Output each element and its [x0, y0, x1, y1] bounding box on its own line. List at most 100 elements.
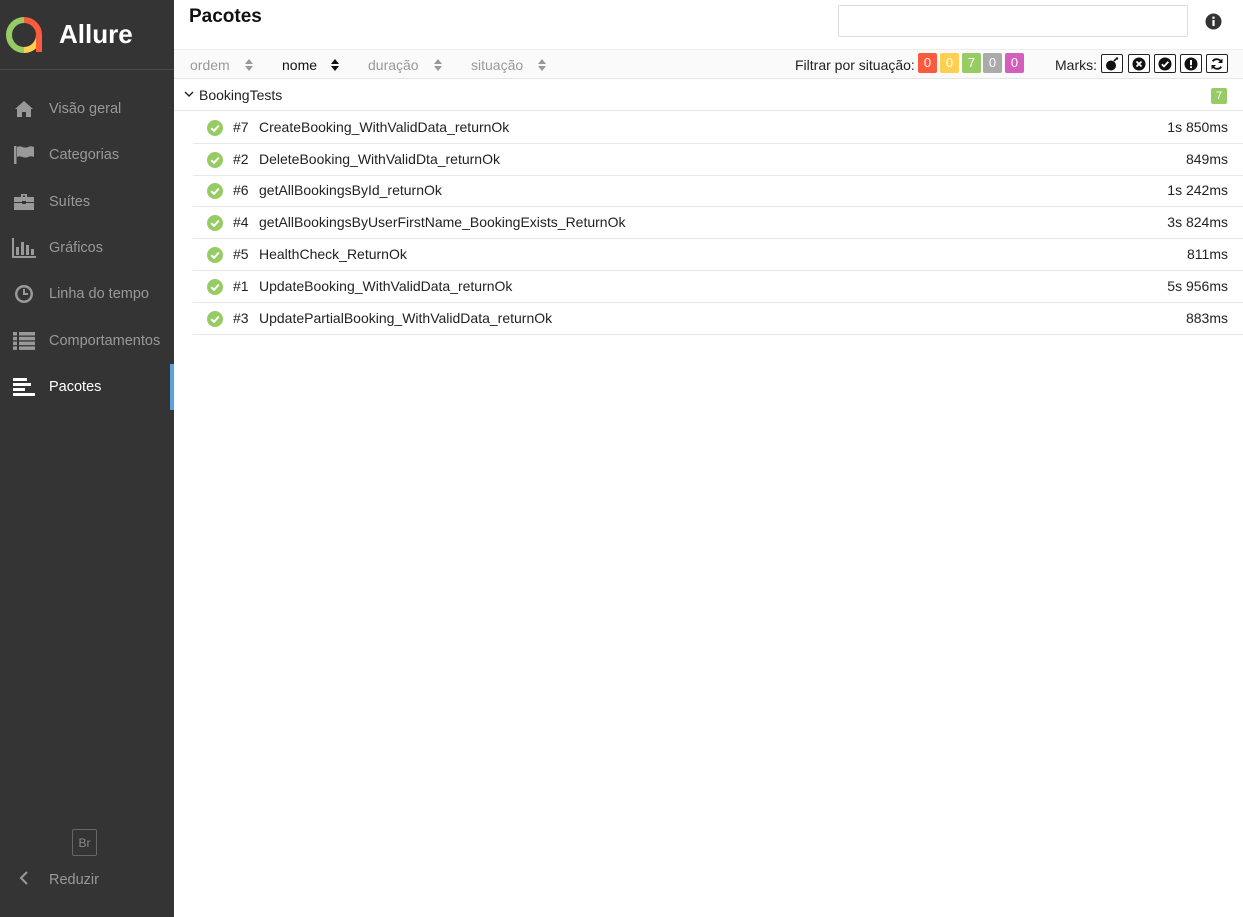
test-name: CreateBooking_WithValidData_returnOk — [259, 119, 510, 135]
test-duration: 5s 956ms — [1167, 278, 1228, 294]
refresh-icon — [1211, 57, 1223, 70]
sidebar-item-label: Suítes — [49, 193, 91, 210]
test-duration: 1s 242ms — [1167, 182, 1228, 198]
passed-check-icon — [207, 215, 223, 231]
sidebar-item-label: Categorias — [49, 147, 120, 164]
test-name: getAllBookingsByUserFirstName_BookingExi… — [259, 214, 626, 230]
test-order: #4 — [233, 214, 249, 230]
test-row[interactable]: #1 UpdateBooking_WithValidData_returnOk … — [193, 271, 1243, 303]
test-duration: 811ms — [1187, 246, 1228, 262]
passed-check-icon — [207, 152, 223, 168]
test-order: #6 — [233, 182, 249, 198]
sidebar-item-suites[interactable]: Suítes — [0, 179, 174, 225]
filter-label: Filtrar por situação: — [795, 57, 915, 73]
mark-new-passed-button[interactable] — [1154, 54, 1176, 73]
brand[interactable]: Allure — [0, 0, 174, 70]
filter-passed-badge[interactable]: 7 — [962, 53, 981, 73]
mark-new-broken-button[interactable] — [1180, 54, 1202, 73]
bomb-icon — [1106, 56, 1119, 70]
sort-by-name[interactable]: nome — [282, 57, 340, 73]
sidebar-item-label: Visão geral — [49, 101, 122, 118]
sort-icon — [244, 59, 253, 71]
filter-broken-badge[interactable]: 0 — [940, 53, 959, 73]
sort-by-duration[interactable]: duração — [368, 57, 442, 73]
sidebar-item-label: Gráficos — [49, 240, 103, 257]
sidebar-item-label: Comportamentos — [49, 332, 161, 349]
test-order: #5 — [233, 246, 249, 262]
test-name: UpdatePartialBooking_WithValidData_retur… — [259, 310, 553, 326]
test-duration: 3s 824ms — [1167, 214, 1228, 230]
check-circle-icon — [1158, 57, 1172, 70]
group-passed-count: 7 — [1211, 88, 1227, 104]
test-duration: 1s 850ms — [1167, 119, 1228, 135]
sort-by-status[interactable]: situação — [471, 57, 547, 73]
exclamation-circle-icon — [1184, 57, 1198, 70]
sidebar-nav: Visão geral Categorias Suítes Gráficos L… — [0, 86, 174, 411]
home-icon — [12, 98, 36, 120]
sidebar-item-behaviors[interactable]: Comportamentos — [0, 317, 174, 363]
mark-retries-button[interactable] — [1206, 54, 1228, 73]
test-row[interactable]: #2 DeleteBooking_WithValidDta_returnOk 8… — [193, 144, 1243, 176]
language-selector[interactable]: Br — [72, 829, 97, 856]
passed-check-icon — [207, 247, 223, 263]
test-name: UpdateBooking_WithValidData_returnOk — [259, 278, 513, 294]
collapse-button[interactable]: Reduzir — [12, 868, 99, 892]
sorter-label: situação — [471, 57, 524, 73]
page-title: Pacotes — [189, 6, 262, 27]
test-name: DeleteBooking_WithValidDta_returnOk — [259, 151, 500, 167]
test-name: getAllBookingsById_returnOk — [259, 182, 442, 198]
info-icon[interactable] — [1205, 13, 1222, 30]
group-name: BookingTests — [199, 87, 283, 103]
test-row[interactable]: #6 getAllBookingsById_returnOk 1s 242ms — [193, 175, 1243, 207]
passed-check-icon — [207, 279, 223, 295]
test-duration: 849ms — [1185, 151, 1228, 167]
main-content: Pacotes ordem nome duração situação Filt… — [174, 0, 1243, 917]
sort-icon — [538, 59, 547, 71]
search-input[interactable] — [838, 5, 1188, 37]
sort-icon — [433, 59, 442, 71]
allure-logo-icon — [6, 16, 42, 53]
filter-skipped-badge[interactable]: 0 — [983, 53, 1002, 73]
sort-asc-icon — [331, 59, 340, 71]
clock-icon — [12, 283, 36, 305]
test-order: #2 — [233, 151, 249, 167]
filter-unknown-badge[interactable]: 0 — [1005, 53, 1024, 73]
test-row[interactable]: #7 CreateBooking_WithValidData_returnOk … — [193, 112, 1243, 144]
sidebar-item-categories[interactable]: Categorias — [0, 132, 174, 178]
sidebar-item-label: Linha do tempo — [49, 286, 149, 303]
sorter-label: nome — [282, 57, 318, 73]
list-icon — [12, 330, 36, 352]
tree-group-booking-tests[interactable]: BookingTests 7 — [174, 80, 1243, 111]
align-left-icon — [12, 376, 36, 398]
test-order: #7 — [233, 119, 249, 135]
sidebar-item-packages[interactable]: Pacotes — [0, 363, 174, 411]
mark-new-failed-button[interactable] — [1128, 54, 1150, 73]
sorter-label: duração — [368, 57, 419, 73]
sidebar-item-timeline[interactable]: Linha do tempo — [0, 271, 174, 317]
test-row[interactable]: #3 UpdatePartialBooking_WithValidData_re… — [193, 303, 1243, 335]
test-order: #1 — [233, 278, 249, 294]
times-circle-icon — [1132, 57, 1146, 70]
test-row[interactable]: #5 HealthCheck_ReturnOk 811ms — [193, 239, 1243, 271]
test-order: #3 — [233, 310, 249, 326]
test-name: HealthCheck_ReturnOk — [259, 246, 407, 262]
sidebar-item-graphs[interactable]: Gráficos — [0, 225, 174, 271]
sidebar-item-label: Pacotes — [49, 378, 102, 395]
sidebar: Allure Visão geral Categorias Suítes Grá… — [0, 0, 174, 917]
collapse-label: Reduzir — [49, 872, 99, 888]
test-duration: 883ms — [1185, 310, 1228, 326]
passed-check-icon — [207, 183, 223, 199]
app-name: Allure — [59, 19, 133, 49]
passed-check-icon — [207, 120, 223, 136]
chevron-left-icon — [12, 870, 36, 890]
filter-failed-badge[interactable]: 0 — [918, 53, 937, 73]
briefcase-icon — [12, 191, 36, 213]
flag-icon — [12, 144, 36, 166]
sort-by-order[interactable]: ordem — [190, 57, 253, 73]
mark-flaky-button[interactable] — [1101, 54, 1123, 73]
sort-filter-toolbar: ordem nome duração situação Filtrar por … — [174, 49, 1243, 79]
test-row[interactable]: #4 getAllBookingsByUserFirstName_Booking… — [193, 207, 1243, 239]
chevron-down-icon — [184, 91, 194, 97]
sidebar-item-overview[interactable]: Visão geral — [0, 86, 174, 132]
bar-chart-icon — [12, 237, 36, 259]
